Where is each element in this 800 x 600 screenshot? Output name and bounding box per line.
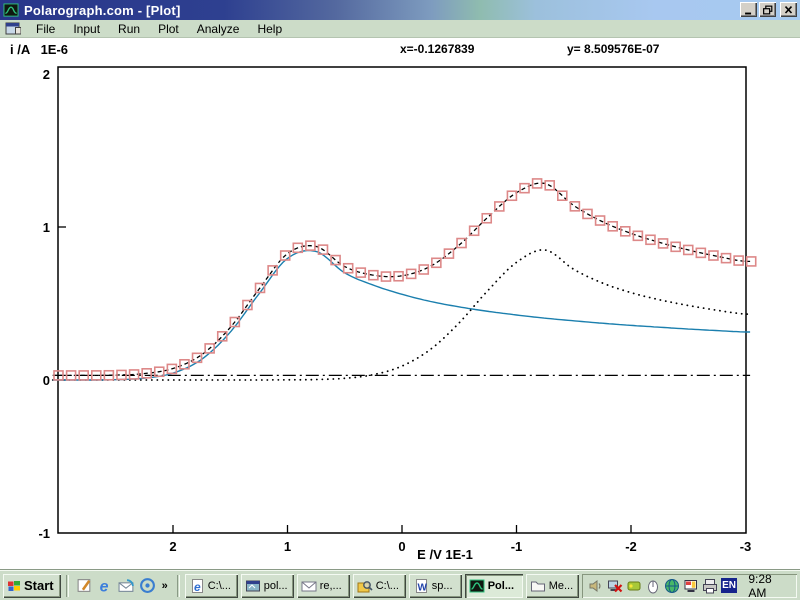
x-tick-label: -1 <box>511 539 523 554</box>
plot-canvas[interactable]: 2 1 0 -1 -2 -3 2 1 0 -1 E /V 1E-1 <box>0 38 800 570</box>
taskbar-clock: 9:28 AM <box>748 572 789 600</box>
menu-item-run[interactable]: Run <box>109 20 149 38</box>
component-1-curve <box>53 251 750 380</box>
printer-icon[interactable] <box>702 578 718 594</box>
task-button-label: C:\... <box>208 580 231 592</box>
x-tick-label: 1 <box>284 539 291 554</box>
window-minimize-button[interactable] <box>740 2 757 17</box>
device-icon[interactable] <box>626 578 642 594</box>
data-point-marker <box>419 265 428 274</box>
menu-item-file[interactable]: File <box>27 20 64 38</box>
data-point-marker <box>646 235 655 244</box>
show-desktop-icon[interactable] <box>76 577 93 594</box>
x-tick-label: -3 <box>740 539 752 554</box>
y-tick-label: -1 <box>38 526 50 541</box>
data-point-marker <box>659 239 668 248</box>
task-button-c[interactable]: e C:\... <box>185 574 238 598</box>
windows-logo-icon <box>7 579 21 593</box>
display-icon[interactable] <box>683 578 699 594</box>
desktop-screen: Polarograph.com - [Plot] FileInputRunPlo… <box>0 0 800 600</box>
language-indicator[interactable]: EN <box>721 578 738 593</box>
task-button-label: Me... <box>549 580 573 592</box>
svg-text:W: W <box>417 582 427 593</box>
plot-client-area: i /A 1E-6 x=-0.1267839 y= 8.509576E-07 2… <box>0 38 800 570</box>
data-point-marker <box>722 254 731 263</box>
task-button-label: sp... <box>432 580 453 592</box>
y-tick-label: 2 <box>43 67 50 82</box>
window-close-button[interactable] <box>780 2 797 17</box>
task-button-label: C:\... <box>376 580 399 592</box>
tray-icons <box>588 578 718 594</box>
app-window-icon <box>245 578 261 594</box>
network-error-icon[interactable] <box>607 578 623 594</box>
quick-launch-overflow-chevron[interactable]: » <box>160 580 170 592</box>
window-controls <box>740 2 797 17</box>
start-button[interactable]: Start <box>3 574 61 598</box>
y-tick-label: 1 <box>43 220 50 235</box>
menu-items: FileInputRunPlotAnalyzeHelp <box>27 20 291 38</box>
volume-icon[interactable] <box>588 578 604 594</box>
word-doc-icon: W <box>413 578 429 594</box>
ie-icon[interactable]: e <box>97 577 114 594</box>
outlook-express-icon[interactable] <box>118 577 135 594</box>
data-point-marker <box>633 231 642 240</box>
task-button-label: re,... <box>320 580 342 592</box>
svg-text:e: e <box>99 578 108 594</box>
svg-text:e: e <box>194 580 201 594</box>
task-button-c[interactable]: C:\... <box>353 574 406 598</box>
menu-bar: FileInputRunPlotAnalyzeHelp <box>0 20 800 38</box>
x-axis-label: E /V 1E-1 <box>417 547 473 562</box>
polarograph-icon <box>469 578 485 594</box>
data-point-marker <box>356 268 365 277</box>
menu-item-input[interactable]: Input <box>64 20 109 38</box>
fit-total-curve <box>53 183 750 375</box>
quick-launch-bar: e» <box>74 577 172 594</box>
task-button-sp[interactable]: Wsp... <box>409 574 462 598</box>
data-point-marker <box>432 258 441 267</box>
task-button-label: pol... <box>264 580 288 592</box>
data-point-marker <box>570 202 579 211</box>
window-title: Polarograph.com - [Plot] <box>24 3 180 18</box>
search-folder-icon <box>357 578 373 594</box>
folder-icon <box>530 578 546 594</box>
x-tick-label: 2 <box>169 539 176 554</box>
data-point-marker <box>407 269 416 278</box>
menu-item-analyze[interactable]: Analyze <box>188 20 249 38</box>
plot-frame <box>58 67 746 533</box>
data-point-marker <box>344 264 353 273</box>
task-button-me[interactable]: Me... <box>526 574 579 598</box>
task-button-label: Pol... <box>488 580 514 592</box>
taskbar: Start e» eC:\...pol...re,...C:\...Wsp...… <box>0 570 800 600</box>
task-button-re[interactable]: re,... <box>297 574 350 598</box>
media-icon[interactable] <box>139 577 156 594</box>
task-button-pol[interactable]: Pol... <box>465 574 523 598</box>
close-icon <box>782 4 795 16</box>
taskbar-separator <box>177 575 180 597</box>
x-tick-label: 0 <box>398 539 405 554</box>
window-titlebar: Polarograph.com - [Plot] <box>0 0 800 20</box>
window-restore-button[interactable] <box>759 2 776 17</box>
mail-icon <box>301 578 317 594</box>
mouse-icon[interactable] <box>645 578 661 594</box>
menu-item-help[interactable]: Help <box>248 20 291 38</box>
polarograph-app-icon <box>3 3 19 18</box>
ie-page-icon: e <box>189 578 205 594</box>
globe-icon[interactable] <box>664 578 680 594</box>
restore-icon <box>761 4 774 16</box>
y-tick-label: 0 <box>43 373 50 388</box>
x-tick-label: -2 <box>625 539 637 554</box>
task-buttons: e C:\... pol... re,... C:\... Wsp... Pol... Me.… <box>185 574 579 598</box>
component-2-curve <box>53 250 750 380</box>
start-label: Start <box>24 578 54 593</box>
task-button-pol[interactable]: pol... <box>241 574 294 598</box>
mdi-child-icon[interactable] <box>5 22 21 36</box>
taskbar-separator <box>66 575 69 597</box>
menu-item-plot[interactable]: Plot <box>149 20 188 38</box>
system-tray: EN 9:28 AM <box>582 574 797 598</box>
minimize-icon <box>742 4 755 16</box>
